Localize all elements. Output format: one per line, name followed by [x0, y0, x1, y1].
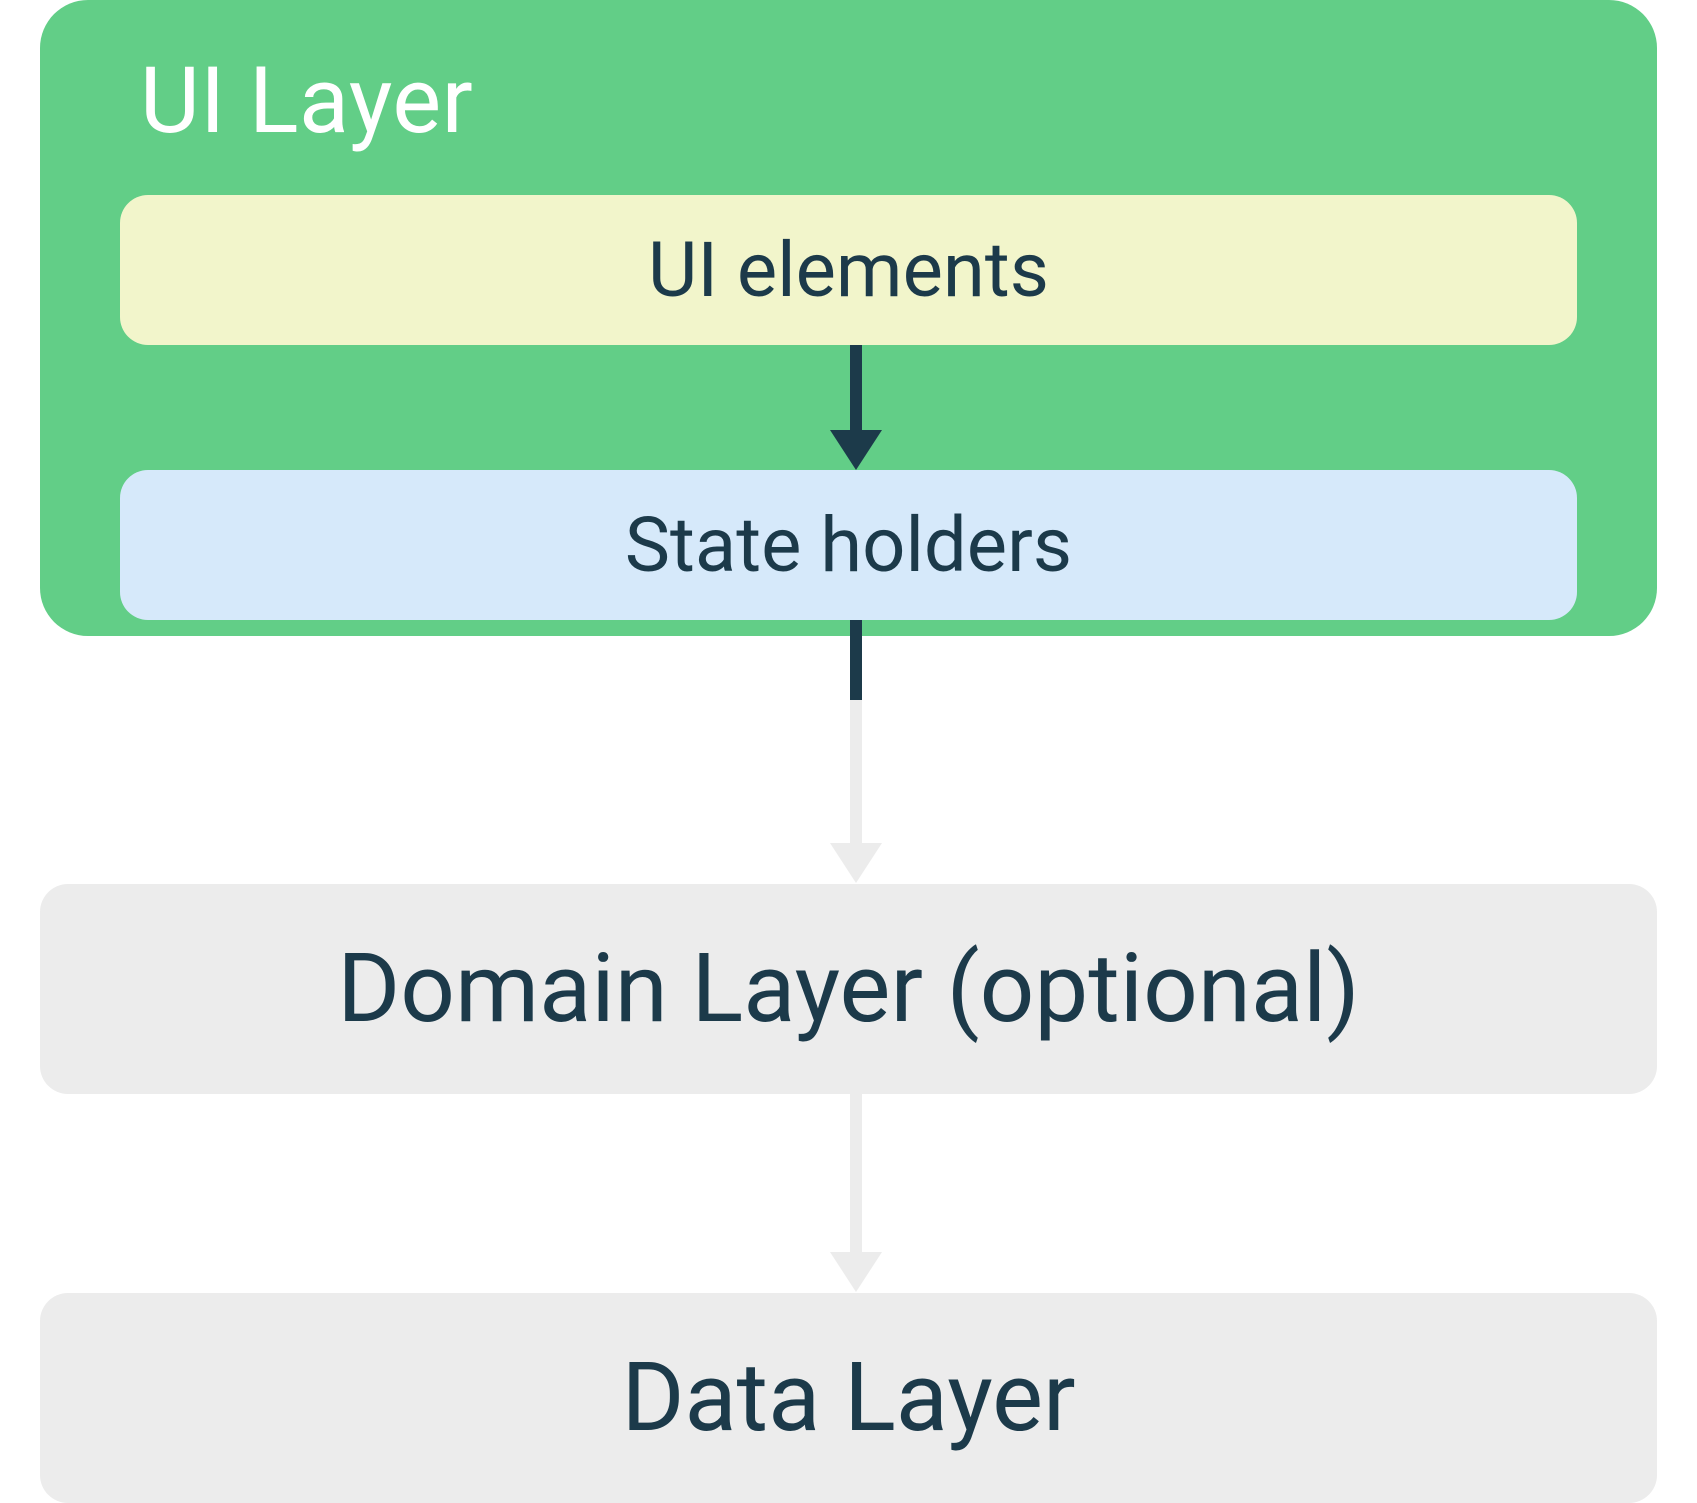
connector-line [850, 620, 862, 700]
domain-layer-label: Domain Layer (optional) [337, 933, 1360, 1045]
data-layer-box: Data Layer [40, 1293, 1657, 1503]
arrow-down-icon [844, 345, 864, 470]
ui-layer-container: UI Layer UI elements State holders [40, 0, 1657, 636]
state-holders-label: State holders [625, 500, 1072, 590]
arrow-down-icon [844, 700, 864, 884]
ui-layer-title: UI Layer [140, 48, 473, 155]
state-holders-box: State holders [120, 470, 1577, 620]
arrow-down-icon [844, 1094, 864, 1293]
data-layer-label: Data Layer [621, 1342, 1075, 1454]
domain-layer-box: Domain Layer (optional) [40, 884, 1657, 1094]
ui-elements-label: UI elements [648, 225, 1049, 315]
ui-elements-box: UI elements [120, 195, 1577, 345]
